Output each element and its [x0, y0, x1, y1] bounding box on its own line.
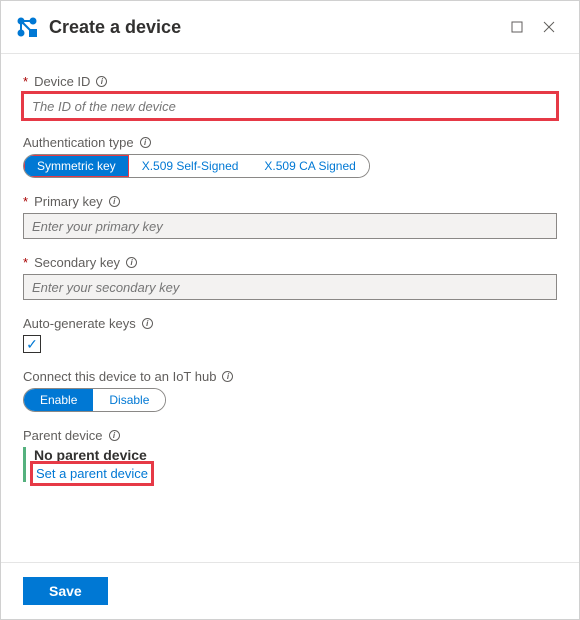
auto-generate-label: Auto-generate keys i [23, 316, 557, 331]
primary-key-label-text: Primary key [34, 194, 103, 209]
info-icon[interactable]: i [222, 371, 233, 382]
close-button[interactable] [533, 11, 565, 43]
primary-key-input[interactable] [23, 213, 557, 239]
auto-generate-checkbox[interactable]: ✓ [23, 335, 41, 353]
info-icon[interactable]: i [140, 137, 151, 148]
auth-type-label-text: Authentication type [23, 135, 134, 150]
primary-key-field: * Primary key i [23, 194, 557, 239]
panel-header: Create a device [1, 1, 579, 54]
connect-disable[interactable]: Disable [93, 389, 165, 411]
close-icon [543, 21, 555, 33]
parent-device-field: Parent device i No parent device Set a p… [23, 428, 557, 482]
required-marker: * [23, 74, 28, 89]
info-icon[interactable]: i [126, 257, 137, 268]
info-icon[interactable]: i [109, 430, 120, 441]
parent-none-text: No parent device [34, 447, 557, 463]
auth-symmetric-key[interactable]: Symmetric key [24, 155, 129, 177]
auth-type-field: Authentication type i Symmetric key X.50… [23, 135, 557, 178]
secondary-key-label: * Secondary key i [23, 255, 557, 270]
primary-key-label: * Primary key i [23, 194, 557, 209]
parent-device-block: No parent device Set a parent device [23, 447, 557, 482]
device-id-label: * Device ID i [23, 74, 557, 89]
device-id-field: * Device ID i [23, 74, 557, 119]
connect-iothub-label: Connect this device to an IoT hub i [23, 369, 557, 384]
info-icon[interactable]: i [96, 76, 107, 87]
device-id-input[interactable] [23, 93, 557, 119]
connect-iothub-field: Connect this device to an IoT hub i Enab… [23, 369, 557, 412]
parent-device-label: Parent device i [23, 428, 557, 443]
connect-iothub-segmented: Enable Disable [23, 388, 166, 412]
save-button[interactable]: Save [23, 577, 108, 605]
auth-x509-ca-signed[interactable]: X.509 CA Signed [251, 155, 368, 177]
auto-generate-field: Auto-generate keys i ✓ [23, 316, 557, 353]
auth-type-label: Authentication type i [23, 135, 557, 150]
connect-iothub-label-text: Connect this device to an IoT hub [23, 369, 216, 384]
secondary-key-input[interactable] [23, 274, 557, 300]
required-marker: * [23, 194, 28, 209]
panel-footer: Save [1, 562, 579, 619]
auth-type-segmented: Symmetric key X.509 Self-Signed X.509 CA… [23, 154, 370, 178]
panel-title: Create a device [49, 17, 501, 38]
secondary-key-label-text: Secondary key [34, 255, 120, 270]
device-id-label-text: Device ID [34, 74, 90, 89]
checkmark-icon: ✓ [26, 337, 38, 351]
parent-device-label-text: Parent device [23, 428, 103, 443]
maximize-icon [511, 21, 523, 33]
info-icon[interactable]: i [142, 318, 153, 329]
info-icon[interactable]: i [109, 196, 120, 207]
auto-generate-label-text: Auto-generate keys [23, 316, 136, 331]
maximize-button[interactable] [501, 11, 533, 43]
required-marker: * [23, 255, 28, 270]
connect-enable[interactable]: Enable [24, 389, 93, 411]
panel-content: * Device ID i Authentication type i Symm… [1, 54, 579, 562]
set-parent-link[interactable]: Set a parent device [34, 465, 150, 482]
secondary-key-field: * Secondary key i [23, 255, 557, 300]
device-icon [15, 15, 39, 39]
auth-x509-self-signed[interactable]: X.509 Self-Signed [129, 155, 252, 177]
